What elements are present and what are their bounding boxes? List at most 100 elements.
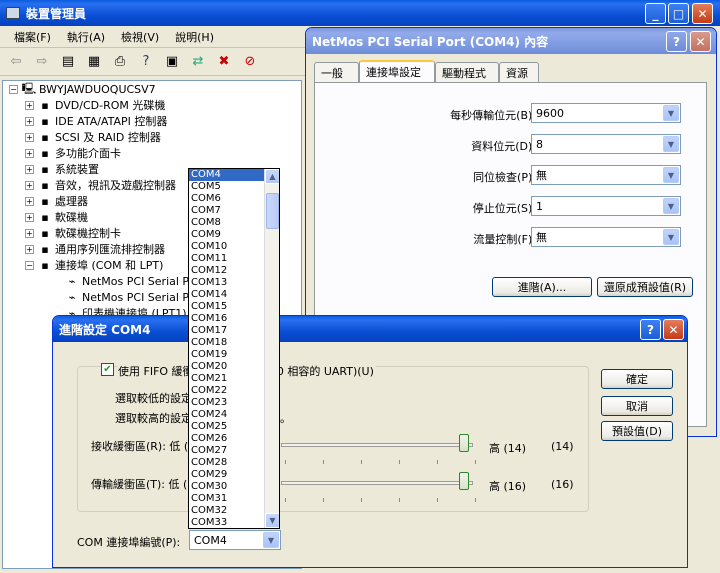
chevron-down-icon[interactable]: ▼ [663, 229, 679, 245]
field-value: 8 [536, 137, 543, 151]
floppy-icon: ▪ [41, 210, 49, 224]
scroll-down-icon[interactable]: ▼ [265, 513, 279, 528]
com-port-value: COM4 [194, 533, 227, 547]
back-icon[interactable]: ⇦ [6, 52, 26, 72]
com-port-dropdown-list[interactable]: COM4 COM5 COM6 COM7 COM8 COM9 COM10 COM11 COM12 C… [188, 168, 280, 529]
transmit-buffer-track [281, 481, 473, 485]
defaults-button[interactable]: 預設值(D) [601, 421, 673, 441]
properties-icon[interactable]: ▦ [84, 52, 104, 72]
properties-close-button[interactable]: ✕ [690, 31, 711, 52]
field-label: 停止位元(S): [472, 202, 536, 215]
tree-node[interactable]: + ▪ SCSI 及 RAID 控制器 [3, 129, 301, 145]
close-button[interactable]: ✕ [692, 3, 713, 24]
chevron-down-icon[interactable]: ▼ [663, 136, 679, 152]
tree-node-label: 通用序列匯流排控制器 [55, 243, 165, 256]
tab-general[interactable]: 一般 [314, 62, 359, 82]
disable-icon[interactable]: ⊘ [240, 52, 260, 72]
menu-bar: 檔案(F) 執行(A) 檢視(V) 說明(H) [0, 26, 305, 48]
tree-node[interactable]: + ▪ 多功能介面卡 [3, 145, 301, 161]
receive-buffer-slider[interactable] [459, 434, 469, 452]
forward-icon[interactable]: ⇨ [32, 52, 52, 72]
menu-help[interactable]: 說明(H) [167, 29, 222, 45]
field-select[interactable]: 8 ▼ [531, 134, 681, 154]
tree-node-label: 系統裝置 [55, 163, 99, 176]
field-select[interactable]: 無 ▼ [531, 165, 681, 185]
tab-resources[interactable]: 資源 [499, 62, 539, 82]
advanced-close-button[interactable]: ✕ [663, 319, 684, 340]
expand-icon[interactable]: + [25, 164, 34, 174]
tree-node-label: 軟碟機控制卡 [55, 227, 121, 240]
chevron-down-icon[interactable]: ▼ [663, 105, 679, 121]
expand-icon[interactable]: + [25, 228, 34, 238]
restore-defaults-button[interactable]: 還原成預設值(R) [597, 277, 693, 297]
system-icon: ▪ [41, 162, 49, 176]
tree-root[interactable]: − 🖳 BWYJAWDUOQUCSV7 [3, 81, 301, 97]
scan-hardware-icon[interactable]: ▣ [162, 52, 182, 72]
fifo-checkbox[interactable]: ✔ [101, 363, 114, 376]
collapse-icon[interactable]: − [25, 260, 34, 270]
expand-icon[interactable]: + [25, 180, 34, 190]
scroll-thumb[interactable] [266, 193, 279, 229]
expand-icon[interactable]: + [25, 116, 34, 126]
tab-strip: 一般 連接埠設定 驅動程式 資源 [314, 60, 704, 84]
floppy-controller-icon: ▪ [41, 226, 49, 240]
tab-port-settings[interactable]: 連接埠設定 [359, 60, 435, 82]
toolbar: ⇦ ⇨ ▤ ▦ ⎙ ? ▣ ⇄ ✖ ⊘ [0, 48, 305, 76]
port-icon: ⌁ [68, 274, 76, 288]
transmit-buffer-slider[interactable] [459, 472, 469, 490]
tree-node-label: 處理器 [55, 195, 88, 208]
computer-icon: 🖳 [21, 81, 37, 95]
field-select[interactable]: 9600 ▼ [531, 103, 681, 123]
ok-button[interactable]: 確定 [601, 369, 673, 389]
expand-icon[interactable]: + [25, 196, 34, 206]
help-button[interactable]: ? [666, 31, 687, 52]
chevron-down-icon[interactable]: ▼ [663, 198, 679, 214]
advanced-title: 進階設定 COM4 [59, 322, 151, 337]
expand-icon[interactable]: + [25, 100, 34, 110]
tree-node-label: IDE ATA/ATAPI 控制器 [55, 115, 168, 128]
tree-node-label: 音效，視訊及遊戲控制器 [55, 179, 176, 192]
menu-action[interactable]: 執行(A) [59, 29, 113, 45]
update-driver-icon[interactable]: ⇄ [188, 52, 208, 72]
uninstall-icon[interactable]: ✖ [214, 52, 234, 72]
slider-tick [323, 498, 324, 502]
advanced-button[interactable]: 進階(A)... [492, 277, 592, 297]
properties-title: NetMos PCI Serial Port (COM4) 內容 [312, 34, 549, 49]
help-icon[interactable]: ? [136, 52, 156, 72]
minimize-button[interactable]: _ [645, 3, 666, 24]
transmit-buffer-label: 傳輸緩衝區(T): 低 (1) [91, 478, 199, 491]
tab-driver[interactable]: 驅動程式 [435, 62, 499, 82]
field-value: 9600 [536, 106, 564, 120]
slider-tick [399, 498, 400, 502]
tree-node[interactable]: + ▪ IDE ATA/ATAPI 控制器 [3, 113, 301, 129]
advanced-dialog: 進階設定 COM4 ? ✕ ✔ 使用 FIFO 緩衝區 (必須是 16550 相… [52, 315, 688, 568]
port-icon: ⌁ [68, 290, 76, 304]
advanced-help-button[interactable]: ? [640, 319, 661, 340]
menu-view[interactable]: 檢視(V) [113, 29, 167, 45]
scroll-up-icon[interactable]: ▲ [265, 169, 279, 184]
tree-node[interactable]: + ▪ DVD/CD-ROM 光碟機 [3, 97, 301, 113]
menu-file[interactable]: 檔案(F) [6, 29, 59, 45]
processor-icon: ▪ [41, 194, 49, 208]
slider-tick [437, 460, 438, 464]
cancel-button[interactable]: 取消 [601, 396, 673, 416]
field-select[interactable]: 無 ▼ [531, 227, 681, 247]
transmit-buffer-value: (16) [551, 478, 574, 491]
expand-icon[interactable]: + [25, 132, 34, 142]
chevron-down-icon[interactable]: ▼ [263, 532, 279, 548]
console-icon[interactable]: ▤ [58, 52, 78, 72]
expand-icon[interactable]: + [25, 148, 34, 158]
field-select[interactable]: 1 ▼ [531, 196, 681, 216]
dropdown-scrollbar[interactable]: ▲ ▼ [264, 169, 279, 528]
slider-tick [475, 460, 476, 464]
com-port-select[interactable]: COM4 ▼ [189, 530, 281, 550]
expand-icon[interactable]: + [25, 212, 34, 222]
chevron-down-icon[interactable]: ▼ [663, 167, 679, 183]
maximize-button[interactable]: □ [668, 3, 689, 24]
collapse-icon[interactable]: − [9, 84, 18, 94]
print-icon[interactable]: ⎙ [110, 52, 130, 72]
ide-icon: ▪ [41, 114, 49, 128]
receive-buffer-label: 接收緩衝區(R): 低 (1) [91, 440, 200, 453]
expand-icon[interactable]: + [25, 244, 34, 254]
port-item-label: NetMos PCI Serial Port [82, 290, 205, 304]
